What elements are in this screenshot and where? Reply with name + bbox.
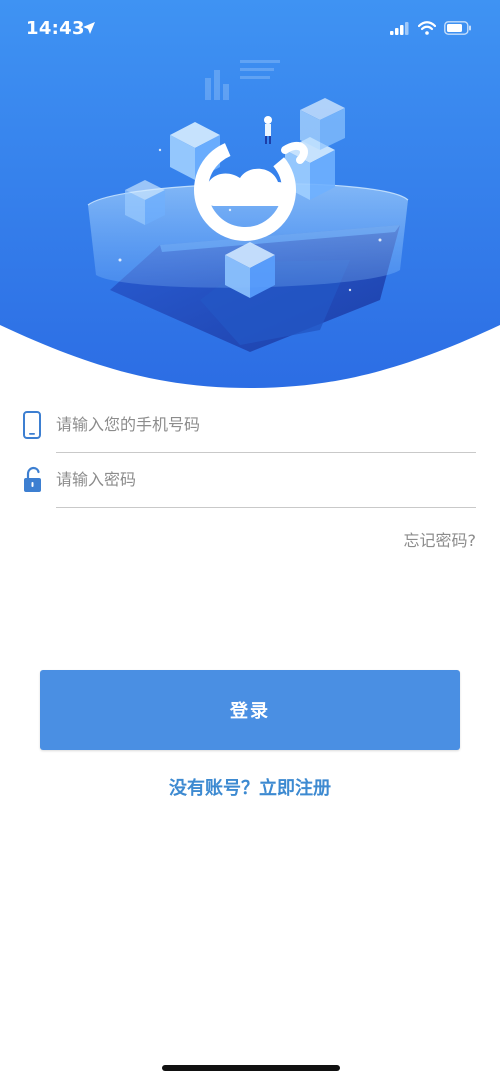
wifi-icon	[417, 20, 437, 39]
password-input[interactable]	[56, 462, 466, 496]
hero-banner	[0, 0, 500, 400]
hero-illustration	[0, 0, 500, 388]
home-indicator[interactable]	[162, 1065, 340, 1071]
register-link[interactable]: 没有账号？立即注册	[0, 774, 500, 800]
phone-field	[18, 397, 476, 453]
phone-input[interactable]	[56, 407, 466, 441]
forgot-password-link[interactable]: 忘记密码?	[404, 527, 477, 551]
signal-icon	[390, 20, 410, 39]
login-button[interactable]: 登录	[40, 670, 460, 750]
password-underline	[56, 507, 476, 508]
password-field	[18, 452, 476, 508]
status-icons	[390, 20, 472, 39]
unlock-icon	[22, 466, 44, 494]
status-time: 14:43	[26, 18, 85, 39]
location-arrow-icon	[82, 20, 96, 39]
status-bar: 14:43	[0, 0, 500, 60]
mobile-phone-icon	[22, 411, 44, 439]
battery-icon	[444, 20, 472, 39]
